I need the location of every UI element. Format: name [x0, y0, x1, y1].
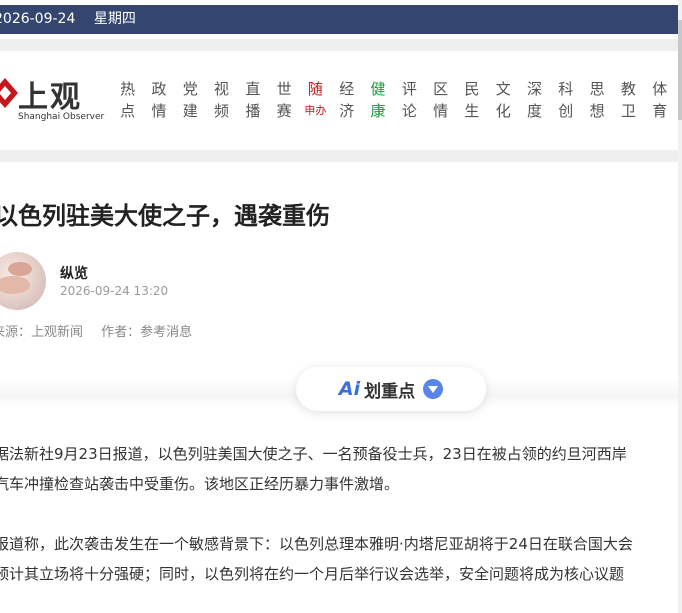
nav-item-2[interactable]: 党建 — [175, 78, 206, 122]
nav-item-label-top: 健 — [370, 80, 386, 98]
nav-item-11[interactable]: 民生 — [456, 78, 487, 122]
nav-item-1[interactable]: 政情 — [143, 78, 174, 122]
nav-item-label-top: 随 — [307, 80, 323, 98]
nav-item-label-top: 世 — [276, 80, 292, 98]
nav-item-label-bottom: 济 — [339, 102, 355, 120]
nav-item-6[interactable]: 随申办 — [300, 78, 331, 122]
ai-highlight-button[interactable]: Ai 划重点 — [296, 367, 486, 411]
chevron-down-icon — [423, 379, 444, 399]
nav-item-4[interactable]: 直播 — [237, 78, 268, 122]
author-label: 作者：参考消息 — [101, 325, 193, 340]
article-paragraph: 报道称，此次袭击发生在一个敏感背景下：以色列总理本雅明·内塔尼亚胡将于24日在联… — [0, 529, 633, 589]
nav-item-3[interactable]: 视频 — [206, 78, 237, 122]
nav-item-label-bottom: 生 — [464, 102, 480, 120]
nav-item-label-bottom: 赛 — [276, 102, 292, 120]
nav-item-label-top: 经 — [339, 80, 355, 98]
ai-icon: Ai — [338, 378, 361, 400]
nav-item-17[interactable]: 体育 — [644, 78, 675, 122]
nav-item-label-bottom: 康 — [370, 102, 386, 120]
current-weekday: 星期四 — [93, 11, 136, 27]
nav-item-label-top: 党 — [182, 80, 198, 98]
nav-item-5[interactable]: 世赛 — [268, 78, 299, 122]
gray-separator — [0, 39, 678, 51]
article-paragraph: 据法新社9月23日报道，以色列驻美国大使之子、一名预备役士兵，23日在被占领的约… — [0, 439, 627, 499]
nav-item-label-bottom: 点 — [120, 102, 136, 120]
nav-item-label-top: 体 — [652, 80, 668, 98]
nav-item-label-top: 文 — [495, 80, 511, 98]
nav-item-label-bottom: 情 — [151, 102, 167, 120]
article-title: 以色列驻美大使之子，遇袭重伤 — [0, 202, 330, 230]
nav-item-label-bottom: 申办 — [304, 104, 327, 117]
shanghai-observer-logo-icon — [0, 78, 18, 108]
nav-item-label-top: 评 — [401, 80, 417, 98]
nav-item-label-top: 热 — [120, 80, 136, 98]
nav-item-12[interactable]: 文化 — [488, 78, 519, 122]
vertical-scrollbar[interactable] — [678, 0, 682, 613]
nav-item-label-bottom: 度 — [527, 102, 543, 120]
article-source: 来源：上观新闻 作者：参考消息 — [0, 321, 206, 340]
nav-item-9[interactable]: 评论 — [394, 78, 425, 122]
author-avatar[interactable] — [0, 252, 46, 310]
nav-item-label-bottom: 播 — [245, 102, 261, 120]
nav-item-label-bottom: 想 — [589, 102, 605, 120]
nav-item-label-bottom: 频 — [214, 102, 230, 120]
nav-item-14[interactable]: 科创 — [550, 78, 581, 122]
current-date: 2026-09-24 — [0, 11, 76, 27]
nav-item-10[interactable]: 区情 — [425, 78, 456, 122]
nav-item-label-top: 政 — [151, 80, 167, 98]
paragraph-line: 报道称，此次袭击发生在一个敏感背景下：以色列总理本雅明·内塔尼亚胡将于24日在联… — [0, 535, 633, 553]
nav-item-label-top: 思 — [589, 80, 605, 98]
gray-separator — [0, 150, 678, 162]
nav-item-label-top: 直 — [245, 80, 261, 98]
nav-item-label-bottom: 论 — [401, 102, 417, 120]
date-bar: 2026-09-24 星期四 — [0, 5, 678, 34]
top-bar: 2026-09-24 星期四 — [0, 0, 682, 37]
nav-item-label-bottom: 化 — [495, 102, 511, 120]
publish-time: 2026-09-24 13:20 — [60, 284, 169, 298]
nav-item-label-top: 民 — [464, 80, 480, 98]
paragraph-line: 据法新社9月23日报道，以色列驻美国大使之子、一名预备役士兵，23日在被占领的约… — [0, 445, 627, 463]
nav-item-label-bottom: 育 — [652, 102, 668, 120]
nav-item-label-bottom: 建 — [182, 102, 198, 120]
nav-item-label-bottom: 创 — [558, 102, 574, 120]
author-name[interactable]: 纵览 — [60, 263, 88, 283]
article: 以色列驻美大使之子，遇袭重伤 纵览 2026-09-24 13:20 来源：上观… — [0, 164, 678, 613]
nav-item-15[interactable]: 思想 — [581, 78, 612, 122]
nav-item-label-top: 视 — [214, 80, 230, 98]
nav-item-label-top: 深 — [527, 80, 543, 98]
logo-subtitle: Shanghai Observer — [18, 112, 105, 122]
paragraph-line: 预计其立场将十分强硬；同时，以色列将在约一个月后举行议会选举，安全问题将成为核心… — [0, 565, 625, 583]
source-label: 来源：上观新闻 — [0, 325, 84, 340]
site-header: 上观 Shanghai Observer 热点政情党建视频直播世赛随申办经济健康… — [0, 52, 678, 150]
nav-item-0[interactable]: 热点 — [112, 78, 143, 122]
nav-item-label-top: 区 — [433, 80, 449, 98]
paragraph-line: 汽车冲撞检查站袭击中受重伤。该地区正经历暴力事件激增。 — [0, 475, 400, 493]
nav-item-13[interactable]: 深度 — [519, 78, 550, 122]
nav-item-label-bottom: 卫 — [620, 102, 636, 120]
nav-item-16[interactable]: 教卫 — [613, 78, 644, 122]
nav-item-7[interactable]: 经济 — [331, 78, 362, 122]
nav-item-8[interactable]: 健康 — [362, 78, 393, 122]
nav-item-label-top: 教 — [620, 80, 636, 98]
site-logo[interactable]: 上观 Shanghai Observer — [0, 72, 105, 132]
ai-highlight-label: 划重点 — [364, 381, 416, 402]
channel-nav: 热点政情党建视频直播世赛随申办经济健康评论区情民生文化深度科创思想教卫体育 — [112, 78, 675, 122]
nav-item-label-top: 科 — [558, 80, 574, 98]
logo-name: 上观 — [18, 80, 82, 115]
nav-item-label-bottom: 情 — [433, 102, 449, 120]
